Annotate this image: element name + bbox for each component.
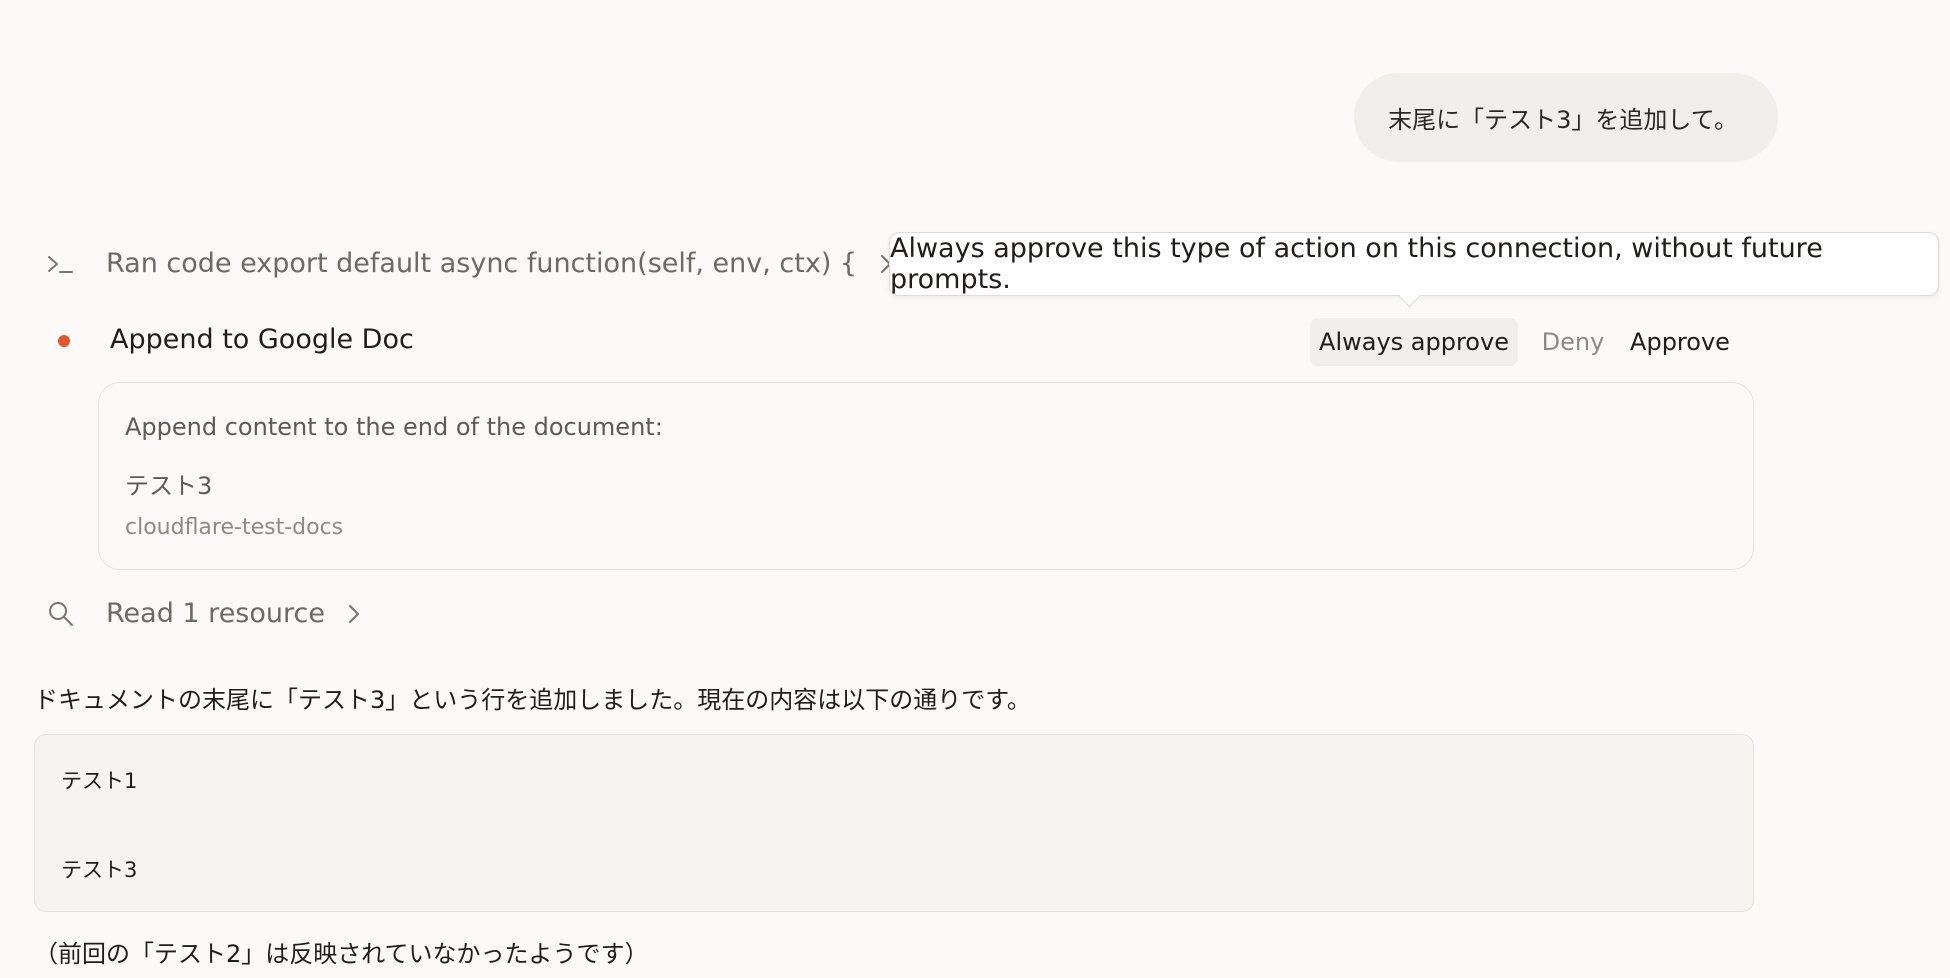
approval-title: Append to Google Doc [110,324,414,355]
content-code-block: テスト1 テスト3 [34,734,1754,912]
user-message-text: 末尾に「テスト3」を追加して。 [1388,105,1738,134]
always-approve-button[interactable]: Always approve [1310,318,1518,366]
ran-code-row[interactable]: Ran code export default async function(s… [46,248,893,279]
always-approve-tooltip: Always approve this type of action on th… [889,232,1939,296]
code-line: テスト3 [61,858,138,882]
terminal-icon [46,249,76,279]
chat-page: 末尾に「テスト3」を追加して。 Ran code export default … [0,0,1950,978]
action-detail-card: Append content to the end of the documen… [98,382,1754,570]
detail-description: Append content to the end of the documen… [125,413,663,441]
user-message-bubble: 末尾に「テスト3」を追加して。 [1354,73,1778,161]
ran-code-label: Ran code export default async function(s… [106,248,858,279]
approve-button[interactable]: Approve [1624,318,1736,366]
detail-document-name: cloudflare-test-docs [125,515,344,540]
detail-content: テスト3 [125,472,213,500]
assistant-response-text: ドキュメントの末尾に「テスト3」という行を追加しました。現在の内容は以下の通りで… [34,686,1031,714]
approval-row: Append to Google Doc Always approve Deny… [58,316,1738,368]
assistant-footnote: （前回の「テスト2」は反映されていなかったようです） [34,940,649,968]
tooltip-text: Always approve this type of action on th… [890,233,1823,295]
chevron-right-icon[interactable] [347,603,361,625]
code-line: テスト1 [61,769,138,793]
deny-button[interactable]: Deny [1528,318,1618,366]
search-icon [46,599,76,629]
read-resource-label: Read 1 resource [106,598,325,629]
pending-status-dot [58,335,70,347]
read-resource-row[interactable]: Read 1 resource [46,598,361,629]
